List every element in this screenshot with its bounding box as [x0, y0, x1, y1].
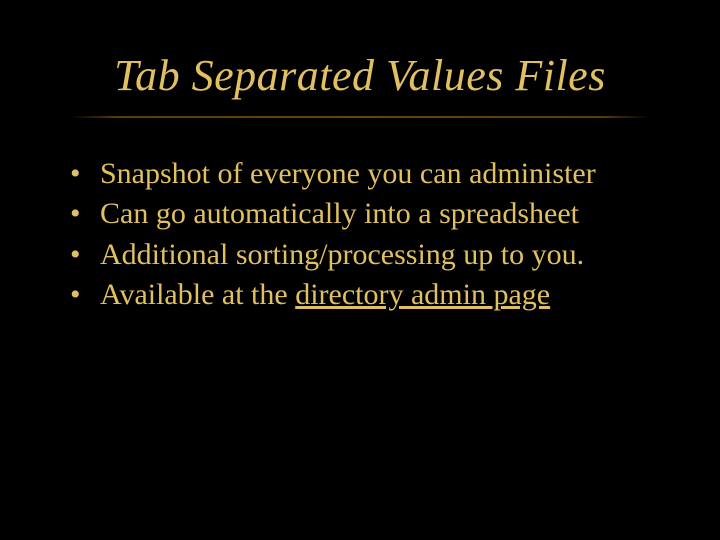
bullet-prefix: Available at the — [100, 278, 295, 311]
list-item: • Additional sorting/processing up to yo… — [70, 236, 670, 274]
list-item: • Can go automatically into a spreadshee… — [70, 195, 670, 233]
bullet-icon: • — [70, 236, 100, 274]
bullet-text: Additional sorting/processing up to you. — [100, 236, 670, 274]
slide: Tab Separated Values Files • Snapshot of… — [0, 0, 720, 540]
bullet-text: Available at the directory admin page — [100, 276, 670, 314]
slide-title: Tab Separated Values Files — [0, 50, 720, 101]
bullet-icon: • — [70, 155, 100, 193]
bullet-icon: • — [70, 195, 100, 233]
bullet-text: Snapshot of everyone you can administer — [100, 155, 670, 193]
bullet-list: • Snapshot of everyone you can administe… — [70, 155, 670, 317]
directory-admin-link[interactable]: directory admin page — [295, 278, 550, 311]
bullet-text: Can go automatically into a spreadsheet — [100, 195, 670, 233]
list-item: • Available at the directory admin page — [70, 276, 670, 314]
list-item: • Snapshot of everyone you can administe… — [70, 155, 670, 193]
title-underline — [70, 116, 650, 118]
bullet-icon: • — [70, 276, 100, 314]
